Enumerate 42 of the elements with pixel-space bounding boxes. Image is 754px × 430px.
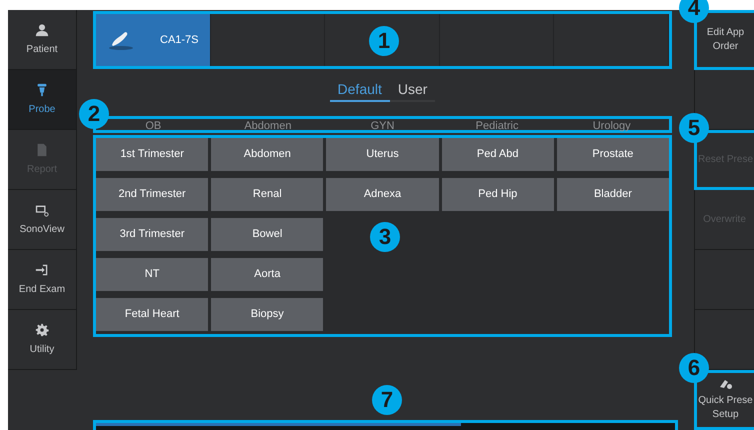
probe-icon — [35, 82, 49, 96]
monitor-search-icon — [35, 202, 49, 216]
preset-tab[interactable]: Default — [330, 78, 390, 102]
probe-gear-icon — [718, 378, 732, 390]
preset-button[interactable]: Bladder — [556, 178, 670, 211]
preset-button[interactable]: Ped Hip — [442, 178, 554, 211]
preset-button[interactable]: Bowel — [211, 218, 324, 251]
sidebar-item[interactable]: Utility — [8, 310, 77, 370]
sidebar-item[interactable]: Patient — [8, 10, 77, 70]
probe-slot[interactable]: CA1-7S — [96, 14, 211, 66]
sidebar-item[interactable]: End Exam — [8, 250, 77, 310]
document-icon — [35, 142, 49, 156]
preset-button[interactable]: NT — [96, 258, 208, 291]
gear-icon — [35, 322, 49, 336]
preset-tab[interactable]: User — [390, 78, 436, 102]
preset-button[interactable]: Uterus — [326, 138, 439, 171]
callout-number: 5 — [679, 113, 709, 143]
preset-button[interactable]: Renal — [211, 178, 324, 211]
preset-button[interactable]: Aorta — [211, 258, 324, 291]
category-label: Abdomen — [243, 121, 292, 132]
preset-button[interactable]: Fetal Heart — [96, 298, 208, 331]
preset-button[interactable]: 3rd Trimester — [96, 218, 208, 251]
category-label: Pediatric — [474, 121, 520, 132]
callout-number: 7 — [372, 385, 402, 415]
category-label: OB — [144, 121, 162, 132]
sidebar-item[interactable]: Probe — [8, 70, 77, 130]
preset-button[interactable]: 1st Trimester — [96, 138, 208, 171]
exit-icon — [35, 262, 49, 276]
category-label: GYN — [370, 121, 396, 132]
preset-button[interactable]: Biopsy — [211, 298, 324, 331]
preset-button[interactable]: Ped Abd — [442, 138, 554, 171]
preset-button[interactable]: Prostate — [556, 138, 670, 171]
sidebar-item[interactable]: SonoView — [8, 190, 77, 250]
callout-number: 3 — [370, 222, 400, 252]
callout-number: 6 — [679, 353, 709, 383]
callout-number: 2 — [79, 99, 109, 129]
person-icon — [35, 22, 49, 36]
callout-number: 4 — [679, 0, 709, 23]
preset-button[interactable]: Adnexa — [326, 178, 439, 211]
category-label: Urology — [592, 121, 632, 132]
preset-button[interactable]: 2nd Trimester — [96, 178, 208, 211]
preset-button[interactable]: Abdomen — [211, 138, 324, 171]
